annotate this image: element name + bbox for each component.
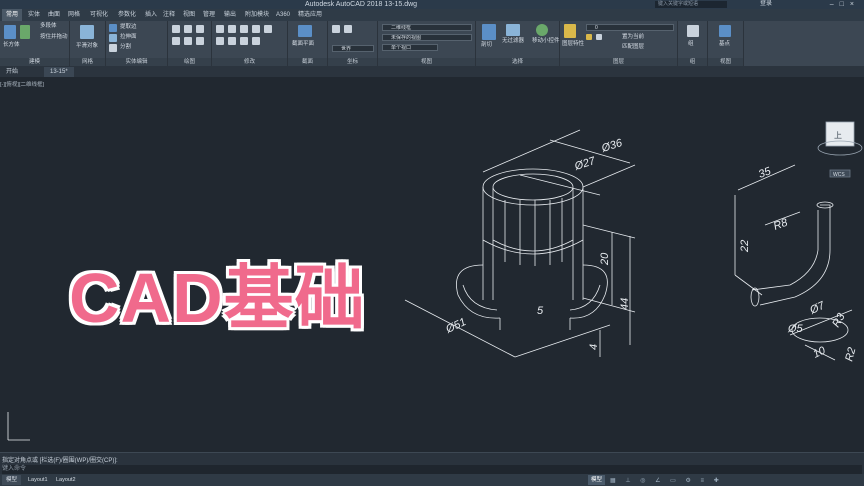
- dim-line: [734, 274, 763, 296]
- dim-text: 10: [811, 344, 828, 360]
- dim-text: 20: [599, 252, 611, 266]
- dim-text: Ø36: [599, 137, 624, 155]
- pipe-outer: [759, 204, 831, 306]
- dim-text: R3: [830, 311, 848, 330]
- dim-text: 5: [537, 305, 544, 317]
- flange-right: [569, 264, 608, 319]
- dim-text: 44: [619, 298, 631, 310]
- autocad-window: Autodesk AutoCAD 2018 13-15.dwg 键入关键字或短语…: [0, 0, 864, 486]
- drawing-canvas[interactable]: Ø36 Ø27 20 44 Ø51 5 4 35 R8 22 Ø7 R3 Ø5 …: [0, 0, 864, 486]
- dim-line: [482, 129, 581, 173]
- dim-text: 4: [588, 344, 600, 350]
- dim-text: R2: [843, 346, 858, 363]
- flange-inner: [462, 284, 498, 311]
- pipe-end: [750, 287, 760, 307]
- overlay-title: CAD基础: [69, 259, 366, 337]
- flange-left: [456, 264, 501, 319]
- wcs-label: WCS: [833, 172, 845, 178]
- dim-line: [582, 224, 636, 239]
- dim-text: Ø5: [787, 323, 804, 335]
- dim-text: 22: [739, 240, 751, 253]
- layout-tab-2[interactable]: Layout2: [52, 475, 80, 485]
- dim-line: [514, 324, 611, 358]
- dim-text: 35: [757, 165, 773, 181]
- status-toggle-icons[interactable]: ▦ ⊥ ◎ ∠ ▭ ⚙ ≡ ✚: [610, 477, 723, 484]
- command-line: 指定对角点或 [栏选(F)/圈围(WP)/圈交(CP)]: 键入命令: [0, 452, 864, 475]
- status-bar: 模型 Layout1 Layout2 模型 ▦ ⊥ ◎ ∠ ▭ ⚙ ≡ ✚: [0, 474, 864, 486]
- dim-text: Ø27: [572, 155, 597, 173]
- dim-text: R8: [772, 216, 790, 232]
- command-history: 指定对角点或 [栏选(F)/圈围(WP)/圈交(CP)]:: [2, 458, 118, 464]
- sleeve-mid-arc: [482, 239, 584, 255]
- command-input[interactable]: 键入命令: [2, 465, 862, 474]
- flange-inner: [569, 284, 601, 311]
- viewcube-face-label: 上: [834, 131, 842, 140]
- model-space-button[interactable]: 模型: [588, 475, 606, 485]
- dim-text: Ø7: [807, 299, 827, 317]
- layout-tab-model[interactable]: 模型: [2, 475, 22, 485]
- layout-tab-1[interactable]: Layout1: [24, 475, 52, 485]
- dim-text: Ø51: [443, 316, 468, 336]
